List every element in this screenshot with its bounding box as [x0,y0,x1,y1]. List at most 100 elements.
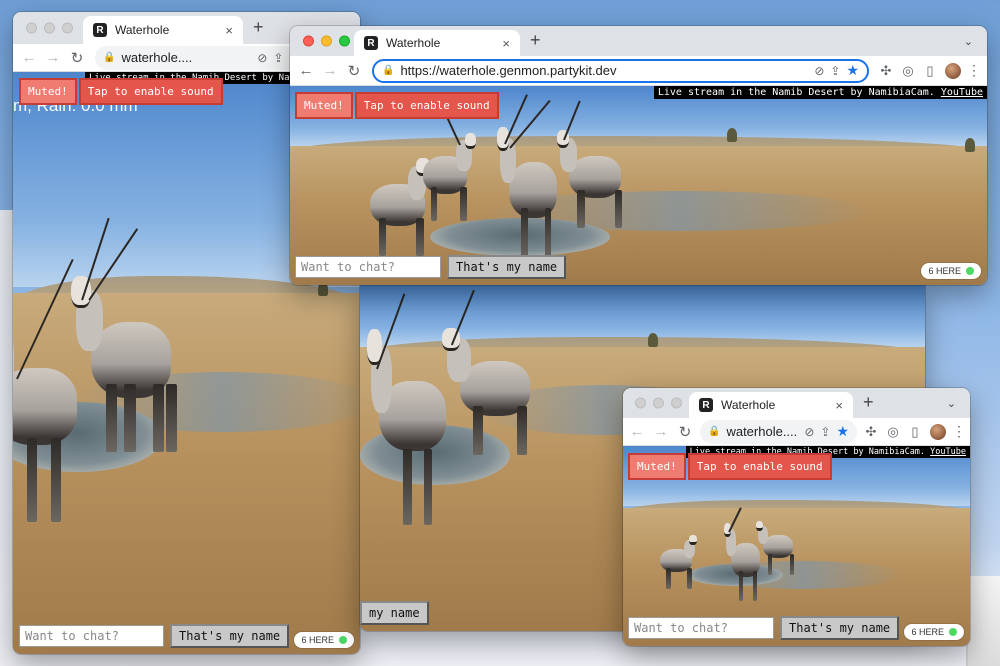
zoom-window-button[interactable] [62,22,73,34]
webcam-feed: Live stream in the Namib Desert by Namib… [290,86,987,285]
new-tab-button[interactable]: + [253,17,264,38]
enable-sound-button[interactable]: Tap to enable sound [354,92,499,119]
back-icon[interactable]: ← [294,62,318,79]
submit-name-button[interactable]: That's my name [170,624,290,648]
chat-name-input[interactable]: Want to chat? [19,625,164,647]
tab-search-chevron-icon[interactable]: ⌄ [964,35,973,48]
back-icon[interactable]: ← [17,49,41,66]
extension-icon[interactable]: ◎ [882,424,904,440]
tab-search-chevron-icon[interactable]: ⌄ [947,397,956,410]
browser-toolbar: ← → ↻ 🔒 https://waterhole.genmon.partyki… [290,56,987,86]
sound-controls: Muted! Tap to enable sound [295,92,499,119]
tab-waterhole[interactable]: R Waterhole × [354,30,520,56]
window-controls [26,22,73,34]
presence-badge: 6 HERE [904,624,964,640]
enable-sound-button[interactable]: Tap to enable sound [687,453,832,480]
tab-title: Waterhole [721,398,776,412]
submit-name-button[interactable]: That's my name [447,255,567,279]
puzzle-icon[interactable]: ✣ [860,424,882,440]
chat-name-input[interactable]: Want to chat? [628,617,774,639]
here-count: 6 HERE [301,635,334,645]
close-tab-icon[interactable]: × [225,23,233,38]
back-icon[interactable]: ← [625,423,649,440]
share-icon[interactable]: ⇪ [820,425,830,439]
forward-icon[interactable]: → [649,423,673,440]
sidebar-icon[interactable]: ▯ [904,424,926,440]
url-text: waterhole.... [726,424,798,439]
profile-avatar[interactable] [945,62,961,79]
close-tab-icon[interactable]: × [835,398,843,413]
share-icon[interactable]: ⇪ [273,51,283,65]
minimize-window-button[interactable] [321,35,332,47]
partykit-favicon-icon: R [364,36,378,50]
lock-icon: 🔒 [382,65,395,76]
minimize-window-button[interactable] [44,22,55,34]
tab-title: Waterhole [386,36,441,50]
menu-icon[interactable]: ⋮ [965,62,983,79]
forward-icon[interactable]: → [318,62,342,79]
stream-credit: Live stream in the Namib Desert by Namib… [653,86,987,99]
oryx-animal [68,218,193,452]
extension-icon[interactable]: ◎ [897,63,919,79]
close-window-button[interactable] [635,397,646,409]
presence-badge: 6 HERE [921,263,981,279]
browser-toolbar: ← → ↻ 🔒 waterhole.... ⊘ ⇪ ★ ✣ ◎ ▯ ⋮ [623,418,970,446]
new-tab-button[interactable]: + [530,30,541,51]
chat-form: my name [360,601,429,625]
reload-icon[interactable]: ↻ [65,49,89,67]
eye-off-icon[interactable]: ⊘ [804,425,814,439]
muted-button[interactable]: Muted! [628,453,686,480]
eye-off-icon[interactable]: ⊘ [814,64,824,78]
webcam-feed: Live stream in the Namib Desert by Namib… [623,446,970,646]
puzzle-icon[interactable]: ✣ [875,63,897,79]
address-bar[interactable]: 🔒 waterhole.... ⊘ ⇪ ★ [95,45,310,70]
close-window-button[interactable] [303,35,314,47]
reload-icon[interactable]: ↻ [673,423,697,441]
sound-controls: Muted! Tap to enable sound [628,453,832,480]
url-text: https://waterhole.genmon.partykit.dev [400,63,617,78]
address-bar[interactable]: 🔒 https://waterhole.genmon.partykit.dev … [372,58,869,83]
muted-button[interactable]: Muted! [295,92,353,119]
online-dot-icon [949,628,957,636]
reload-icon[interactable]: ↻ [342,62,366,80]
address-bar[interactable]: 🔒 waterhole.... ⊘ ⇪ ★ [700,419,857,444]
submit-name-button[interactable]: That's my name [780,616,900,640]
star-icon[interactable]: ★ [846,62,859,79]
online-dot-icon [339,636,347,644]
zoom-window-button[interactable] [671,397,682,409]
sound-controls: Muted! Tap to enable sound [19,78,223,105]
menu-icon[interactable]: ⋮ [950,423,968,440]
tab-waterhole[interactable]: R Waterhole × [689,392,853,418]
profile-avatar[interactable] [930,423,946,440]
share-icon[interactable]: ⇪ [830,64,840,78]
chat-form: Want to chat? That's my name [19,624,290,648]
online-dot-icon [966,267,974,275]
tab-strip: R Waterhole × + ⌄ [623,388,970,418]
zoom-window-button[interactable] [339,35,350,47]
oryx-animal [410,103,480,221]
window-controls [303,35,350,47]
minimize-window-button[interactable] [653,397,664,409]
presence-badge: 6 HERE [294,632,354,648]
tab-strip: R Waterhole × + ⌄ [290,26,987,56]
eye-off-icon[interactable]: ⊘ [257,51,267,65]
oryx-animal [555,100,635,228]
close-tab-icon[interactable]: × [502,36,510,51]
url-text: waterhole.... [121,50,193,65]
tab-title: Waterhole [115,23,170,37]
youtube-link[interactable]: YouTube [941,87,983,98]
submit-name-button[interactable]: my name [360,601,429,625]
new-tab-button[interactable]: + [863,392,874,413]
close-window-button[interactable] [26,22,37,34]
chat-form: Want to chat? That's my name [628,616,900,640]
youtube-link[interactable]: YouTube [930,447,966,457]
chat-name-input[interactable]: Want to chat? [295,256,441,278]
star-icon[interactable]: ★ [836,423,849,440]
sidebar-icon[interactable]: ▯ [919,63,941,79]
stream-credit-text: Live stream in the Namib Desert by Namib… [657,87,935,98]
tab-waterhole[interactable]: R Waterhole × [83,16,243,44]
forward-icon[interactable]: → [41,49,65,66]
desktop-background-house [966,576,1000,666]
muted-button[interactable]: Muted! [19,78,77,105]
enable-sound-button[interactable]: Tap to enable sound [78,78,223,105]
